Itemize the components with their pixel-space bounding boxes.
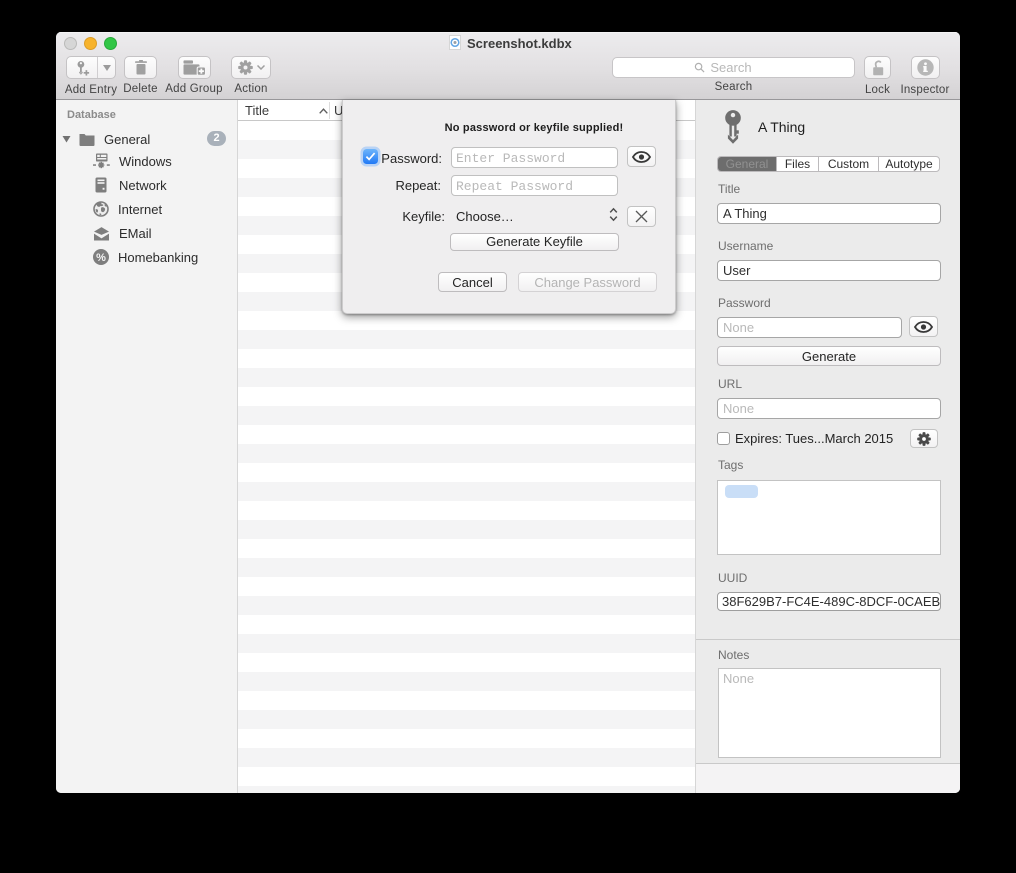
svg-text:%: % <box>96 252 106 264</box>
